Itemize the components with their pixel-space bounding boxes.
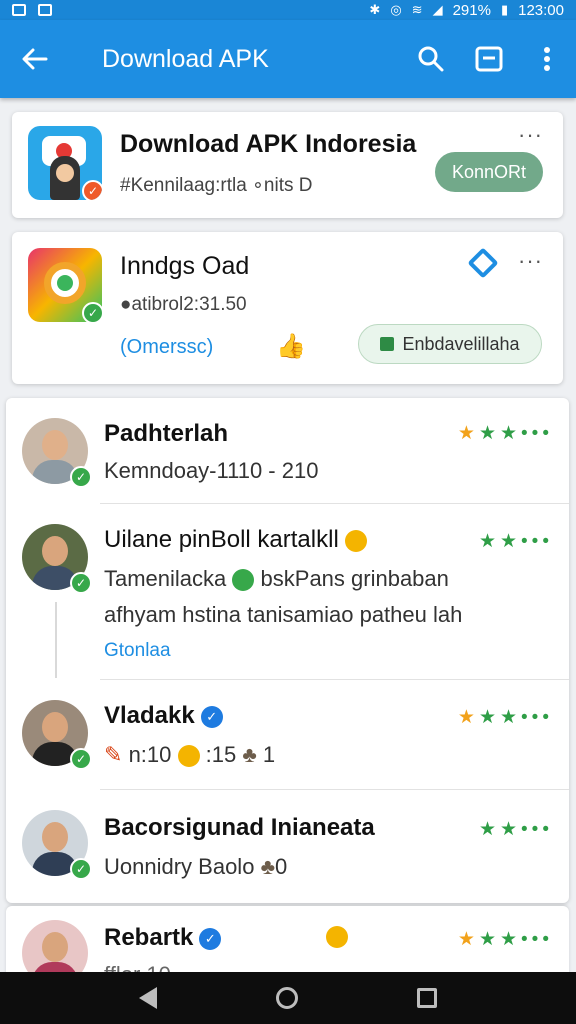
app-title: Download APK Indoresia bbox=[120, 130, 417, 158]
star-rating: ★★★••• bbox=[457, 423, 553, 444]
app-subtitle: ●atibrol2:31.50 bbox=[120, 294, 247, 315]
diamond-icon[interactable] bbox=[467, 247, 499, 279]
smile-icon bbox=[326, 926, 348, 948]
star-rating: ★★★••• bbox=[457, 707, 553, 728]
check-circle-icon bbox=[232, 569, 255, 592]
nav-recents-icon[interactable] bbox=[416, 988, 437, 1008]
overflow-menu-button[interactable] bbox=[518, 20, 576, 98]
avatar bbox=[22, 920, 88, 976]
gallery-icon bbox=[38, 4, 52, 16]
battery-percent: 291% bbox=[452, 1, 491, 19]
list-item[interactable]: ✓ Padhterlah ★★★••• Kemndoay-1110 - 210 bbox=[6, 398, 569, 504]
review-text-line: afhyam hstina tanisamiao patheu lah bbox=[104, 602, 463, 627]
check-badge-icon: ✓ bbox=[70, 572, 92, 594]
star-rating: ★★••• bbox=[478, 531, 553, 552]
sheet-icon bbox=[380, 337, 395, 351]
list-item[interactable]: ✓ Vladakk ✓ ★★★••• ✎ n:10 :15 ♣ 1 bbox=[6, 680, 569, 790]
reaction-icon: ✎ bbox=[104, 742, 123, 767]
review-meta: Kemndoay-1110 - 210 bbox=[104, 458, 319, 483]
clock: 123:00 bbox=[518, 1, 564, 19]
follow-button[interactable]: KonnORt bbox=[435, 152, 543, 192]
check-badge-icon: ✓ bbox=[70, 748, 92, 770]
reviewer-name: Vladakk ✓ bbox=[104, 702, 223, 730]
avatar: ✓ bbox=[22, 810, 92, 880]
verified-icon: ✓ bbox=[199, 927, 222, 950]
review-stats: ✎ n:10 :15 ♣ 1 bbox=[104, 742, 276, 768]
signal-icon: ◢ bbox=[432, 2, 443, 17]
reviewer-name: Rebartk ✓ bbox=[104, 924, 222, 952]
avatar: ✓ bbox=[22, 418, 92, 488]
bluetooth-icon: ✱ bbox=[369, 2, 381, 17]
back-button[interactable] bbox=[0, 20, 70, 98]
page-title: Download APK bbox=[102, 44, 269, 73]
app-bar: Download APK bbox=[0, 20, 576, 98]
battery-icon: ▮ bbox=[500, 2, 509, 17]
app-subtitle: #Kennilaag:rtla ∘nits D bbox=[120, 175, 313, 196]
reviewer-name: Padhterlah bbox=[104, 420, 229, 447]
more-horiz-icon[interactable]: ··· bbox=[518, 122, 543, 148]
app-card-download-apk-indonesia[interactable]: ✓ Download APK Indoresia #Kennilaag:rtla… bbox=[12, 112, 563, 218]
reviewer-name: Uilane pinBoll kartalkll bbox=[104, 526, 368, 554]
app-link[interactable]: (Omerssc) bbox=[120, 336, 213, 359]
search-button[interactable] bbox=[402, 20, 460, 98]
app-title: Inndgs Oad bbox=[120, 252, 250, 280]
search-icon bbox=[418, 46, 444, 72]
action-button[interactable]: Enbdavelillaha bbox=[358, 324, 542, 364]
review-list: ✓ Padhterlah ★★★••• Kemndoay-1110 - 210 … bbox=[6, 398, 569, 903]
action-label: Enbdavelillaha bbox=[402, 333, 520, 354]
system-nav-bar bbox=[0, 972, 576, 1024]
wifi-icon: ≋ bbox=[411, 2, 423, 17]
plant-icon: ♣ bbox=[260, 854, 275, 879]
thumbs-up-icon[interactable]: 👍 bbox=[276, 332, 306, 361]
download-box-icon bbox=[475, 46, 503, 72]
list-item[interactable]: ✓ Bacorsigunad Inianeata ★★••• Uonnidry … bbox=[6, 790, 569, 903]
review-link[interactable]: Gtonlaa bbox=[104, 640, 171, 662]
check-badge-icon: ✓ bbox=[82, 302, 104, 324]
avatar: ✓ bbox=[22, 524, 92, 594]
more-horiz-icon[interactable]: ··· bbox=[518, 248, 543, 274]
check-badge-icon: ✓ bbox=[70, 858, 92, 880]
check-badge-icon: ✓ bbox=[70, 466, 92, 488]
star-rating: ★★★••• bbox=[457, 929, 553, 950]
reviewer-name: Bacorsigunad Inianeata bbox=[104, 814, 375, 841]
review-text-line: Tamenilacka bskPans grinbaban bbox=[104, 566, 449, 592]
nav-home-icon[interactable] bbox=[275, 987, 298, 1009]
sad-face-icon bbox=[345, 529, 368, 552]
nav-back-icon[interactable] bbox=[139, 987, 158, 1009]
arrow-left-icon bbox=[22, 48, 48, 70]
check-badge-icon: ✓ bbox=[82, 180, 102, 200]
smile-icon bbox=[177, 745, 200, 768]
avatar: ✓ bbox=[22, 700, 92, 770]
more-vert-icon bbox=[544, 47, 550, 71]
app-icon: ✓ bbox=[28, 126, 102, 200]
star-rating: ★★••• bbox=[478, 819, 553, 840]
app-card-inndgs-oad[interactable]: ✓ Inndgs Oad ●atibrol2:31.50 ··· (Omerss… bbox=[12, 232, 563, 384]
app-icon: ✓ bbox=[28, 248, 104, 324]
review-meta: Uonnidry Baolo ♣0 bbox=[104, 854, 288, 879]
plant-icon: ♣ bbox=[242, 742, 257, 767]
thread-line bbox=[55, 602, 57, 678]
verified-icon: ✓ bbox=[200, 705, 223, 728]
list-item[interactable]: ✓ Uilane pinBoll kartalkll ★★••• Tamenil… bbox=[6, 504, 569, 680]
alarm-icon: ◎ bbox=[390, 2, 402, 17]
downloads-button[interactable] bbox=[460, 20, 518, 98]
status-bar: ✱ ◎ ≋ ◢ 291% ▮ 123:00 bbox=[0, 0, 576, 20]
list-item[interactable]: Rebartk ✓ ★★★••• fflor 10 bbox=[6, 906, 569, 976]
notification-icon bbox=[12, 4, 26, 16]
